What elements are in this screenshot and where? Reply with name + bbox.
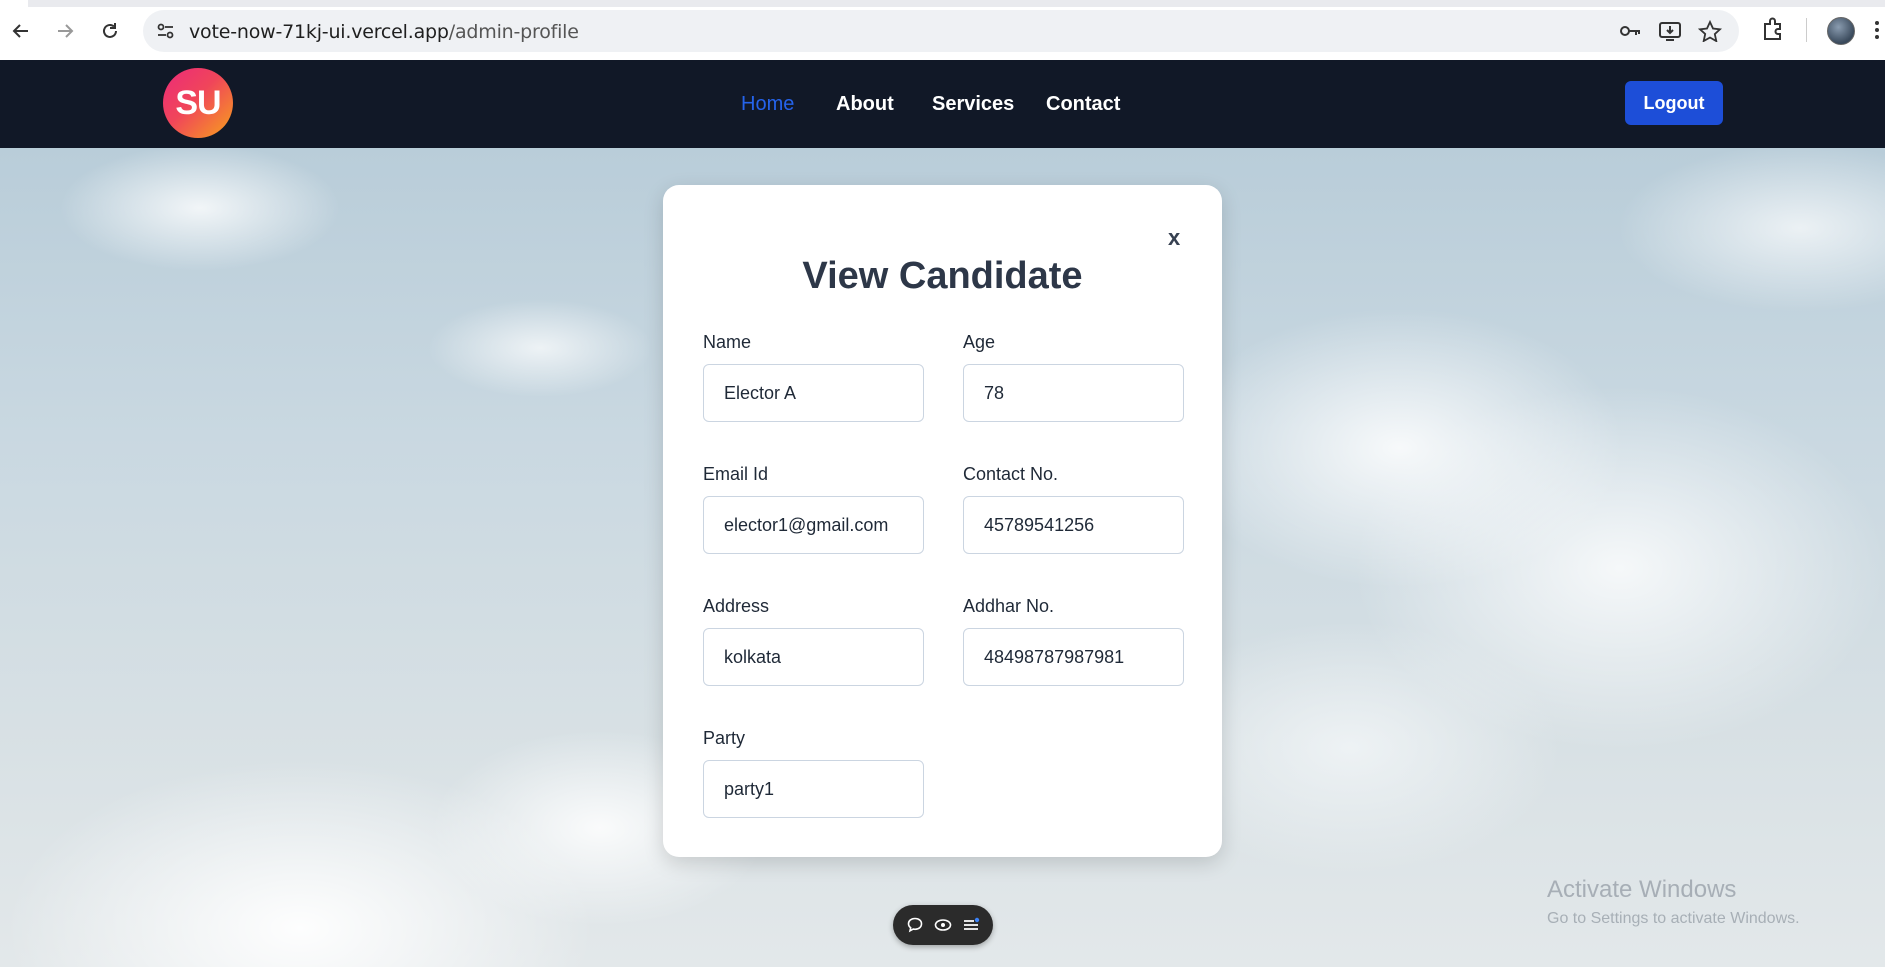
nav-services[interactable]: Services <box>932 93 1014 116</box>
logout-button[interactable]: Logout <box>1625 81 1723 125</box>
install-app-icon[interactable] <box>1658 20 1682 42</box>
back-icon[interactable] <box>3 14 39 48</box>
address-bar[interactable]: vote-now-71kj-ui.vercel.app/admin-profil… <box>143 10 1739 52</box>
floating-toolbar <box>893 905 993 945</box>
age-label: Age <box>963 332 996 352</box>
party-label: Party <box>703 728 746 748</box>
address-input[interactable] <box>703 628 924 686</box>
menu-kebab-icon[interactable] <box>1874 18 1880 42</box>
eye-icon[interactable] <box>934 916 952 934</box>
age-field: Age <box>963 332 1184 422</box>
contact-input[interactable] <box>963 496 1184 554</box>
logo-text: SU <box>175 83 221 122</box>
extensions-icon[interactable] <box>1760 16 1788 44</box>
tab-strip <box>0 0 1885 7</box>
forward-icon[interactable] <box>47 14 83 48</box>
nav-home[interactable]: Home <box>741 93 794 116</box>
age-input[interactable] <box>963 364 1184 422</box>
close-button[interactable]: x <box>1168 225 1180 251</box>
modal-title: View Candidate <box>802 255 1083 297</box>
nav-contact[interactable]: Contact <box>1046 93 1120 116</box>
bookmark-star-icon[interactable] <box>1697 19 1723 43</box>
address-label: Address <box>703 596 770 616</box>
name-label: Name <box>703 332 752 352</box>
contact-label: Contact No. <box>963 464 1059 484</box>
url-domain: vote-now-71kj-ui.vercel.app <box>189 21 449 43</box>
site-logo[interactable]: SU <box>163 68 233 138</box>
view-candidate-modal: x View Candidate Name Age Email Id Conta… <box>663 185 1222 857</box>
addhar-label: Addhar No. <box>963 596 1055 616</box>
url-text[interactable]: vote-now-71kj-ui.vercel.app/admin-profil… <box>189 21 579 43</box>
email-label: Email Id <box>703 464 769 484</box>
nav-about[interactable]: About <box>836 93 894 116</box>
site-info-icon[interactable] <box>155 20 177 42</box>
addhar-field: Addhar No. <box>963 596 1184 686</box>
url-path: /admin-profile <box>448 21 579 43</box>
contact-field: Contact No. <box>963 464 1184 554</box>
comment-icon[interactable] <box>906 916 924 934</box>
toolbar-separator <box>1806 18 1807 42</box>
reload-icon[interactable] <box>92 14 128 48</box>
password-key-icon[interactable] <box>1618 20 1642 42</box>
party-field: Party <box>703 728 924 818</box>
watermark-title: Activate Windows <box>1547 876 1737 903</box>
watermark-subtitle: Go to Settings to activate Windows. <box>1547 910 1800 927</box>
name-field: Name <box>703 332 924 422</box>
profile-avatar[interactable] <box>1827 17 1855 45</box>
list-icon[interactable] <box>962 916 980 934</box>
name-input[interactable] <box>703 364 924 422</box>
windows-activation-watermark: Activate Windows Go to Settings to activ… <box>1547 876 1800 928</box>
email-input[interactable] <box>703 496 924 554</box>
browser-toolbar: vote-now-71kj-ui.vercel.app/admin-profil… <box>0 0 1885 61</box>
site-header: SU Home About Services Contact Logout <box>0 60 1885 148</box>
addhar-input[interactable] <box>963 628 1184 686</box>
party-input[interactable] <box>703 760 924 818</box>
address-field: Address <box>703 596 924 686</box>
email-field: Email Id <box>703 464 924 554</box>
